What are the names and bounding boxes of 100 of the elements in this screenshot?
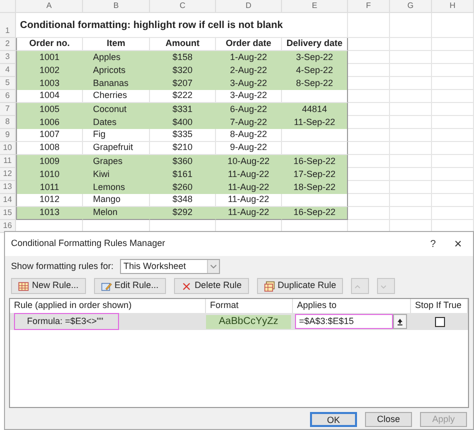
table-cell: [432, 181, 474, 194]
help-button[interactable]: ?: [423, 236, 443, 252]
table-cell: [432, 116, 474, 129]
table-cell: 16-Sep-22: [282, 207, 348, 220]
table-cell: [348, 51, 390, 64]
column-header[interactable]: A: [46, 0, 52, 12]
table-cell: $335: [150, 129, 216, 142]
table-cell: Apricots: [83, 64, 150, 77]
table-cell: [432, 90, 474, 103]
table-cell: 11-Aug-22: [216, 207, 282, 220]
new-rule-button[interactable]: New Rule...: [11, 278, 86, 294]
table-cell: $348: [150, 194, 216, 207]
column-header[interactable]: C: [180, 0, 186, 12]
column-header[interactable]: G: [407, 0, 414, 12]
table-cell: [390, 116, 432, 129]
table-cell: 44814: [282, 103, 348, 116]
table-cell: 1008: [16, 142, 83, 155]
sheet-title: Conditional formatting: highlight row if cell is not blank: [20, 18, 283, 32]
table-cell: 11-Aug-22: [216, 168, 282, 181]
table-cell: 6-Aug-22: [216, 103, 282, 116]
table-cell: Coconut: [83, 103, 150, 116]
table-cell: 1002: [16, 64, 83, 77]
scope-dropdown[interactable]: This Worksheet: [120, 259, 220, 274]
table-cell: 7-Aug-22: [216, 116, 282, 129]
table-cell: [432, 103, 474, 116]
column-header[interactable]: F: [366, 0, 371, 12]
stop-if-true-checkbox[interactable]: [434, 316, 444, 326]
table-cell: 1007: [16, 129, 83, 142]
upload-icon: [396, 318, 404, 326]
column-heading: Delivery date: [286, 37, 343, 50]
select-all-corner[interactable]: [0, 0, 16, 13]
table-cell: 3-Aug-22: [216, 90, 282, 103]
table-cell: $158: [150, 51, 216, 64]
table-cell: Grapes: [83, 155, 150, 168]
table-cell: 18-Sep-22: [282, 181, 348, 194]
table-cell: Cherries: [83, 90, 150, 103]
rule-formula: Formula: =$E3<>"": [14, 313, 119, 330]
collapse-button[interactable]: [393, 314, 407, 329]
dialog-title: Conditional Formatting Rules Manager: [11, 237, 166, 250]
table-cell: [390, 90, 432, 103]
table-cell: Fig: [83, 129, 150, 142]
table-cell: [348, 64, 390, 77]
table-cell: 1003: [16, 77, 83, 90]
table-cell: [348, 77, 390, 90]
column-header[interactable]: E: [312, 0, 318, 12]
table-cell: 10-Aug-22: [216, 155, 282, 168]
table-cell: $320: [150, 64, 216, 77]
filter-label: Show formatting rules for:: [11, 260, 114, 273]
table-cell: $360: [150, 155, 216, 168]
table-cell: 8-Aug-22: [216, 129, 282, 142]
dialog-button[interactable]: OK: [310, 412, 357, 427]
applies-to-field[interactable]: =$A$3:$E$15: [295, 314, 393, 329]
table-cell: [390, 194, 432, 207]
table-cell: $222: [150, 90, 216, 103]
table-cell: $161: [150, 168, 216, 181]
close-button[interactable]: ×: [443, 234, 473, 254]
table-cell: $260: [150, 181, 216, 194]
table-cell: [390, 155, 432, 168]
table-cell: Grapefruit: [83, 142, 150, 155]
table-cell: $331: [150, 103, 216, 116]
edit-rule-button[interactable]: Edit Rule...: [94, 278, 166, 294]
column-header[interactable]: D: [246, 0, 252, 12]
table-cell: Melon: [83, 207, 150, 220]
table-cell: Kiwi: [83, 168, 150, 181]
table-cell: 11-Sep-22: [282, 116, 348, 129]
table-cell: 1010: [16, 168, 83, 181]
column-header[interactable]: H: [450, 0, 456, 12]
table-cell: 8-Sep-22: [282, 77, 348, 90]
table-cell: 3-Sep-22: [282, 51, 348, 64]
delete-rule-button[interactable]: Delete Rule: [174, 278, 249, 294]
pencil-icon: [100, 280, 112, 292]
table-cell: 16-Sep-22: [282, 155, 348, 168]
table-cell: [348, 168, 390, 181]
dialog-button[interactable]: Close: [365, 412, 412, 427]
chevron-down-icon: [206, 260, 219, 273]
rule-row[interactable]: Formula: =$E3<>"" AaBbCcYyZz =$A$3:$E$15: [10, 313, 468, 330]
table-cell: [348, 38, 390, 51]
column-header[interactable]: B: [113, 0, 119, 12]
duplicate-rule-button[interactable]: Duplicate Rule: [256, 278, 344, 294]
table-cell: 1012: [16, 194, 83, 207]
table-cell: [432, 77, 474, 90]
table-cell: [348, 103, 390, 116]
table-cell: 1001: [16, 51, 83, 64]
column-heading: Rule (applied in order shown): [14, 299, 132, 312]
table-cell: [348, 116, 390, 129]
table-cell: 1013: [16, 207, 83, 220]
table-cell: 11-Aug-22: [216, 181, 282, 194]
table-cell: [390, 77, 432, 90]
table-cell: 1006: [16, 116, 83, 129]
table-cell: [348, 142, 390, 155]
table-cell: [432, 64, 474, 77]
table-cell: 17-Sep-22: [282, 168, 348, 181]
row-number[interactable]: 1: [5, 25, 10, 37]
table-cell: [348, 129, 390, 142]
grid-icon: [264, 280, 275, 292]
table-cell: [390, 181, 432, 194]
table-cell: 1011: [16, 181, 83, 194]
table-cell: [432, 51, 474, 64]
table-cell: [432, 142, 474, 155]
column-heading: Applies to: [297, 299, 337, 312]
